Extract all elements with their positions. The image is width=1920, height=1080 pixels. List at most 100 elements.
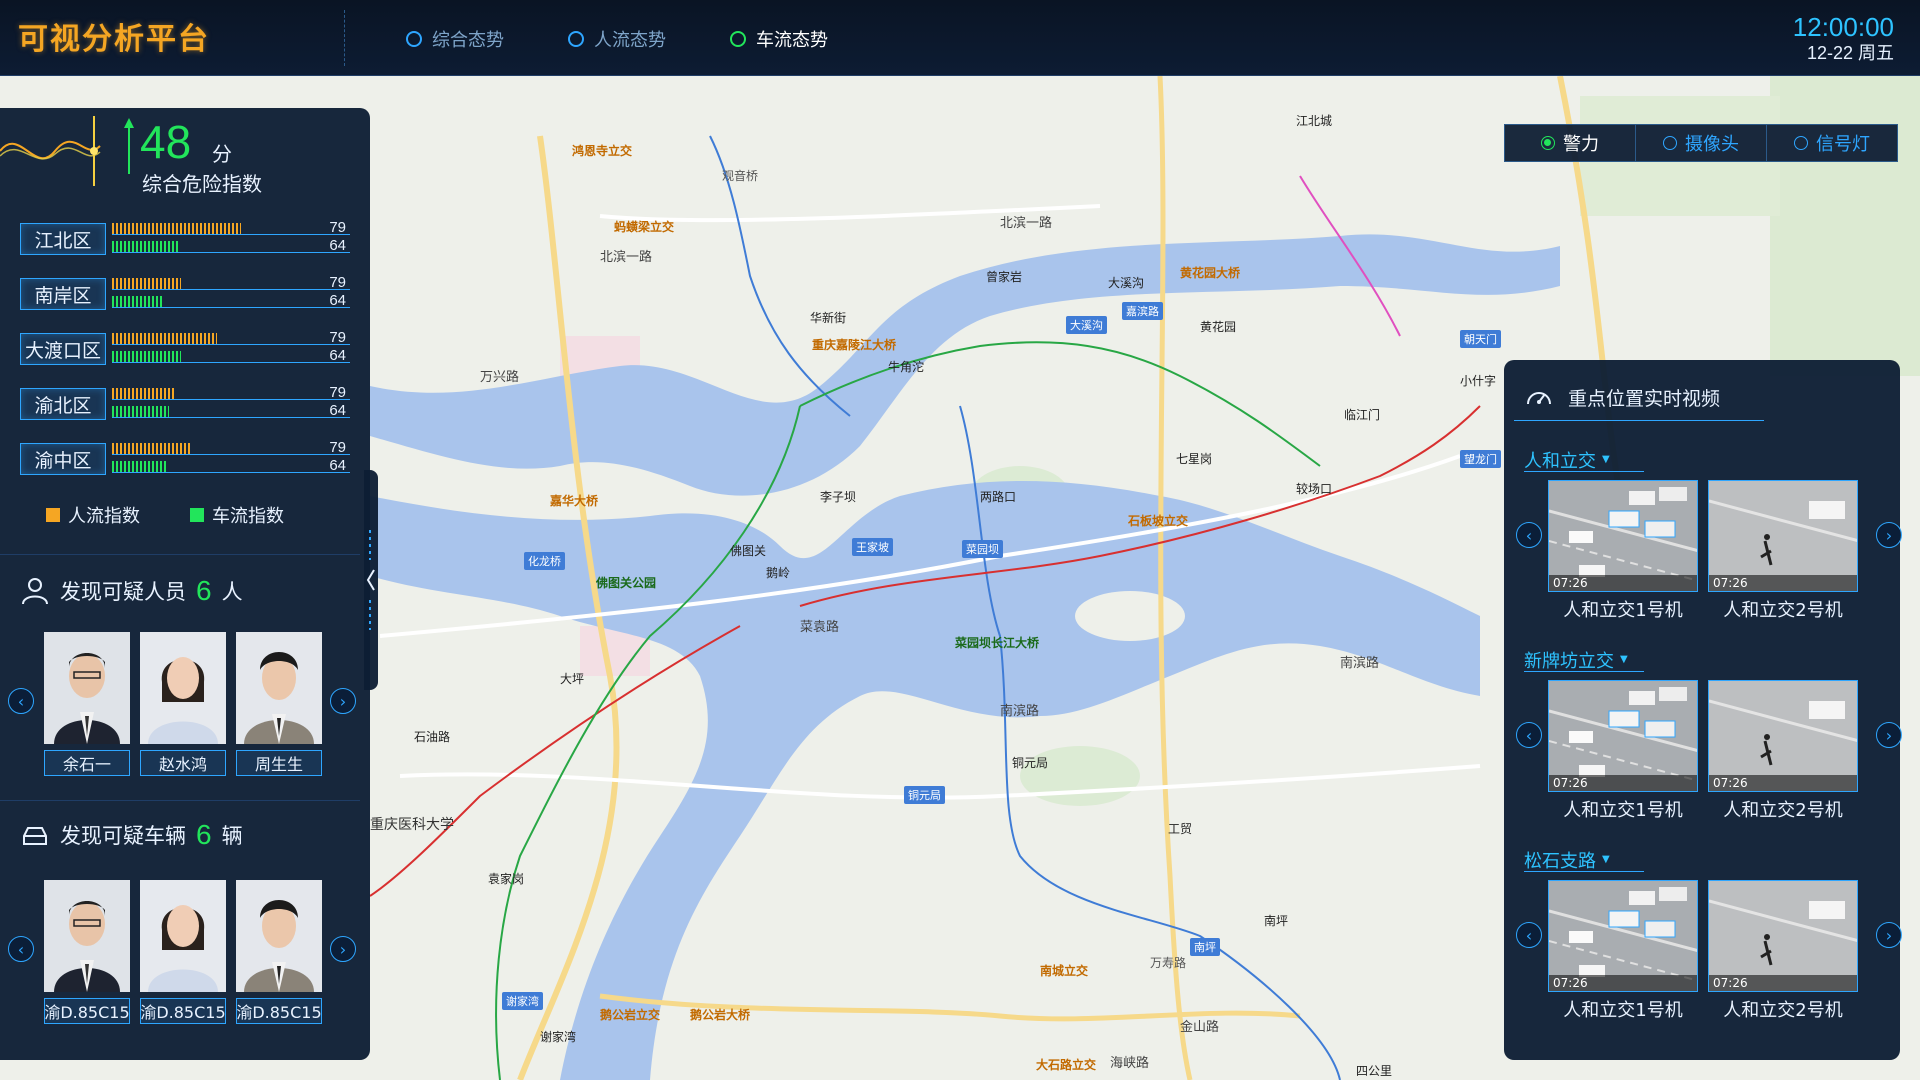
tab-radio-icon <box>568 31 584 47</box>
camera-feed[interactable]: 07:26 <box>1708 880 1858 992</box>
collapse-panel-handle[interactable] <box>364 470 378 690</box>
person-card[interactable]: 余石一 <box>44 632 130 780</box>
count-unit: 辆 <box>221 824 243 848</box>
map-label: 四公里 <box>1356 1064 1393 1078</box>
video-timestamp: 07:26 <box>1709 775 1857 791</box>
map-label: 南滨路 <box>1000 704 1040 719</box>
legend-label: 人流指数 <box>68 506 140 527</box>
people-bar: 79 <box>112 329 350 346</box>
vehicle-card[interactable]: 渝D.85C15 <box>140 880 226 1028</box>
prev-arrow-button[interactable]: ‹ <box>1516 722 1542 748</box>
person-card[interactable]: 赵水鸿 <box>140 632 226 780</box>
prev-arrow-button[interactable]: ‹ <box>8 936 34 962</box>
map-tag: 谢家湾 <box>502 992 543 1010</box>
header-divider <box>344 10 345 66</box>
next-arrow-button[interactable]: › <box>330 936 356 962</box>
people-bar-fill <box>112 443 191 454</box>
vehicle-card[interactable]: 渝D.85C15 <box>236 880 322 1028</box>
tab-radio-icon <box>406 31 422 47</box>
traffic-bar: 64 <box>112 292 350 309</box>
tab-traffic-flow[interactable]: 车流态势 <box>730 26 828 52</box>
map-label: 鹅公岩大桥 <box>690 1008 751 1022</box>
tab-overall[interactable]: 综合态势 <box>406 26 504 52</box>
filter-traffic-light[interactable]: 信号灯 <box>1767 125 1897 161</box>
wave-icon <box>0 116 101 186</box>
camera-feed[interactable]: 07:26 <box>1548 680 1698 792</box>
map-label: 牛角沱 <box>888 360 925 374</box>
map-label: 七星岗 <box>1176 452 1213 466</box>
district-row[interactable]: 南岸区 79 64 <box>20 274 350 313</box>
tab-label: 车流态势 <box>756 30 828 51</box>
prev-arrow-button[interactable]: ‹ <box>1516 922 1542 948</box>
top-header: 可视分析平台 综合态势 人流态势 车流态势 12:00:00 12-22 周五 <box>0 0 1920 76</box>
video-timestamp: 07:26 <box>1549 775 1697 791</box>
legend-swatch <box>190 508 204 522</box>
people-value: 79 <box>329 439 346 456</box>
next-arrow-button[interactable]: › <box>1876 722 1902 748</box>
suspicious-persons-header: 发现可疑人员 6 人 <box>10 570 270 612</box>
index-legend: 人流指数 车流指数 <box>46 502 284 528</box>
people-bar: 79 <box>112 439 350 456</box>
camera-label: 人和立交1号机 <box>1563 800 1683 821</box>
driver-photo <box>236 880 322 992</box>
map-tag: 嘉滨路 <box>1122 302 1163 320</box>
location-select[interactable]: 新牌坊立交 ▼ <box>1524 648 1644 672</box>
filter-camera[interactable]: 摄像头 <box>1636 125 1767 161</box>
left-panel: 48 分 综合危险指数 江北区 79 64 南岸区 79 64 大渡口区 79 … <box>0 108 370 1060</box>
camera-feed[interactable]: 07:26 <box>1708 680 1858 792</box>
suspicious-persons-list: 余石一 赵水鸿 周生生 <box>44 632 324 782</box>
camera-label: 人和立交1号机 <box>1563 1000 1683 1021</box>
section-title: 发现可疑车辆 <box>60 824 186 848</box>
location-select[interactable]: 松石支路 ▼ <box>1524 848 1644 872</box>
next-arrow-button[interactable]: › <box>1876 922 1902 948</box>
prev-arrow-button[interactable]: ‹ <box>1516 522 1542 548</box>
camera-label: 人和立交2号机 <box>1723 1000 1843 1021</box>
suspicious-count: 6 <box>196 575 212 606</box>
camera-label: 人和立交2号机 <box>1723 600 1843 621</box>
camera-feed[interactable]: 07:26 <box>1548 880 1698 992</box>
map-label: 南城立交 <box>1040 964 1089 978</box>
next-arrow-button[interactable]: › <box>330 688 356 714</box>
traffic-bar-fill <box>112 461 167 472</box>
person-card[interactable]: 周生生 <box>236 632 322 780</box>
camera-label: 人和立交1号机 <box>1563 600 1683 621</box>
district-row[interactable]: 渝北区 79 64 <box>20 384 350 423</box>
map-label: 大坪 <box>560 672 585 686</box>
map-label: 菜园坝长江大桥 <box>955 636 1040 650</box>
map-label: 北滨一路 <box>600 250 653 265</box>
map-label: 两路口 <box>980 490 1017 504</box>
district-row[interactable]: 江北区 79 64 <box>20 219 350 258</box>
legend-traffic: 车流指数 <box>190 502 284 528</box>
clock-date: 12-22 周五 <box>1806 43 1894 63</box>
person-name: 余石一 <box>44 750 130 776</box>
location-name: 新牌坊立交 <box>1524 650 1614 672</box>
district-name: 南岸区 <box>20 278 106 310</box>
district-row[interactable]: 渝中区 79 64 <box>20 439 350 478</box>
tab-people-flow[interactable]: 人流态势 <box>568 26 666 52</box>
map-label: 南坪 <box>1264 914 1289 928</box>
tab-radio-icon <box>730 31 746 47</box>
filter-police[interactable]: 警力 <box>1505 125 1636 161</box>
people-bar-fill <box>112 388 174 399</box>
traffic-bar-fill <box>112 241 179 252</box>
radio-icon <box>1541 136 1555 150</box>
district-row[interactable]: 大渡口区 79 64 <box>20 329 350 368</box>
location-select[interactable]: 人和立交 ▼ <box>1524 448 1644 472</box>
video-panel: 重点位置实时视频 人和立交 ▼ ‹ 07:26 07:26 › 人和立交1号机 人… <box>1504 360 1902 1060</box>
chevron-down-icon: ▼ <box>1620 654 1628 665</box>
map-label: 石油路 <box>414 730 451 744</box>
map-label: 曾家岩 <box>986 270 1023 284</box>
map-label: 重庆医科大学 <box>370 817 454 833</box>
next-arrow-button[interactable]: › <box>1876 522 1902 548</box>
location-name: 松石支路 <box>1524 850 1596 872</box>
filter-label: 信号灯 <box>1816 134 1870 155</box>
map-label: 重庆嘉陵江大桥 <box>812 338 897 352</box>
vehicle-card[interactable]: 渝D.85C15 <box>44 880 130 1028</box>
camera-feed[interactable]: 07:26 <box>1708 480 1858 592</box>
map-tag: 大溪沟 <box>1066 316 1107 334</box>
map-tag: 菜园坝 <box>962 540 1003 558</box>
people-value: 79 <box>329 219 346 236</box>
title-underline <box>1514 420 1764 421</box>
camera-feed[interactable]: 07:26 <box>1548 480 1698 592</box>
prev-arrow-button[interactable]: ‹ <box>8 688 34 714</box>
